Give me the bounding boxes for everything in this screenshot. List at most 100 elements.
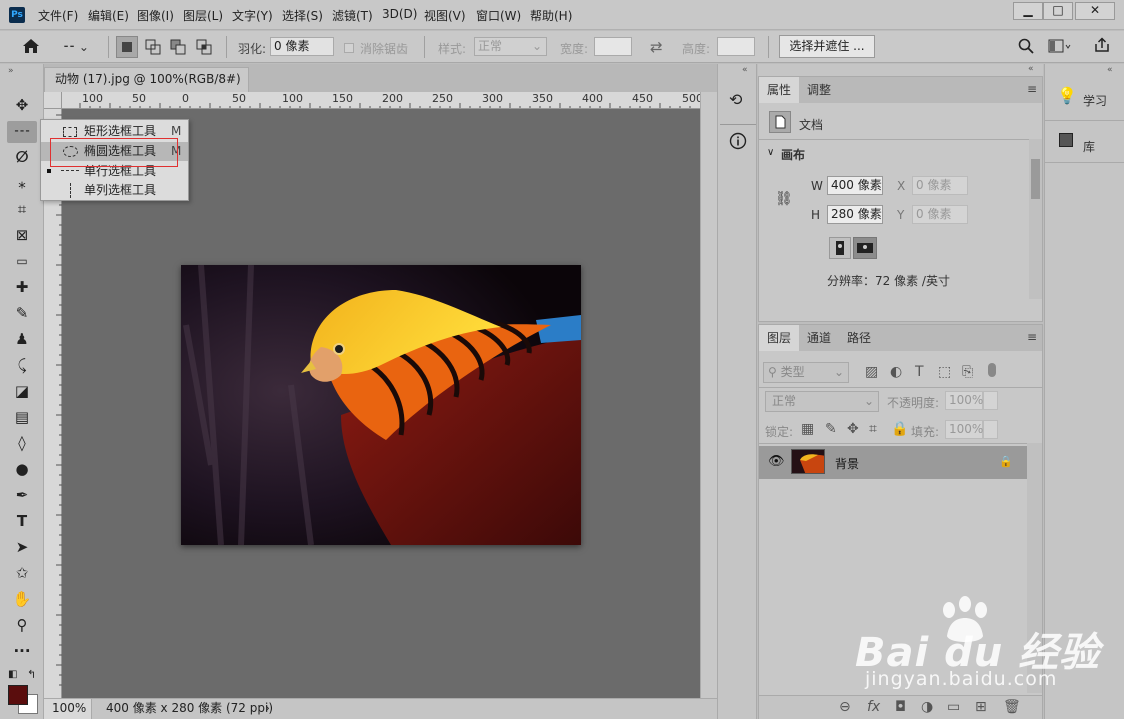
menu-help[interactable]: 帮助(H) xyxy=(530,7,572,24)
select-and-mask-button[interactable]: 选择并遮住 ... xyxy=(779,35,875,58)
menu-layer[interactable]: 图层(L) xyxy=(183,7,223,24)
zoom-tool-icon[interactable]: ⚲ xyxy=(10,614,34,636)
document-tab[interactable]: 动物 (17).jpg @ 100%(RGB/8#) * × xyxy=(44,67,249,109)
history-panel-icon[interactable]: ⟲ xyxy=(729,90,742,109)
marquee-tool-icon[interactable]: ⁃⁃⁃ xyxy=(7,121,37,143)
magic-wand-tool-icon[interactable]: ⁎ xyxy=(10,172,34,194)
ruler-tool-icon[interactable]: ▭ xyxy=(10,250,34,272)
learn-panel-button[interactable]: 💡 学习 xyxy=(1045,78,1124,112)
filter-toggle-icon[interactable] xyxy=(988,363,996,377)
smart-object-filter-icon[interactable]: ⎘ xyxy=(962,364,973,380)
blur-tool-icon[interactable]: ◊ xyxy=(10,432,34,454)
fx-icon[interactable]: fx xyxy=(867,699,880,715)
menu-select[interactable]: 选择(S) xyxy=(282,7,323,24)
type-filter-icon[interactable]: T xyxy=(915,364,924,380)
pixel-filter-icon[interactable]: ▨ xyxy=(865,364,878,380)
frame-tool-icon[interactable]: ⊠ xyxy=(10,224,34,246)
pen-tool-icon[interactable]: ✒ xyxy=(10,484,34,506)
collapse-icon[interactable]: » xyxy=(8,66,14,76)
fill-input[interactable]: 100% xyxy=(945,420,983,439)
crop-tool-icon[interactable]: ⌗ xyxy=(10,198,34,220)
status-menu-arrow[interactable]: › xyxy=(265,699,270,718)
menu-window[interactable]: 窗口(W) xyxy=(476,7,521,24)
layer-filter-select[interactable]: ⚲ 类型 ⌄ xyxy=(763,362,849,383)
lasso-tool-icon[interactable]: ⵁ xyxy=(10,146,34,168)
search-icon[interactable] xyxy=(1018,38,1034,57)
library-panel-button[interactable]: 库 xyxy=(1045,124,1124,158)
move-tool-icon[interactable]: ✥ xyxy=(10,94,34,116)
lock-all-icon[interactable]: 🔒 xyxy=(891,421,908,437)
delete-layer-icon[interactable]: 🗑 xyxy=(1003,699,1021,715)
canvas-width-input[interactable]: 400 像素 xyxy=(827,176,883,195)
minimize-button[interactable]: ▁ xyxy=(1013,2,1043,20)
tab-layers[interactable]: 图层 xyxy=(759,325,800,351)
mask-icon[interactable]: ◘ xyxy=(895,699,906,715)
adjustment-layer-icon[interactable]: ◑ xyxy=(921,699,933,715)
menu-3d[interactable]: 3D(D) xyxy=(382,7,417,21)
dodge-tool-icon[interactable]: ● xyxy=(10,458,34,480)
new-group-icon[interactable]: ▭ xyxy=(947,699,960,715)
menu-file[interactable]: 文件(F) xyxy=(38,7,78,24)
chevron-down-icon[interactable] xyxy=(983,391,998,410)
intersect-selection-button[interactable] xyxy=(193,36,215,58)
single-column-marquee-item[interactable]: 单列选框工具 xyxy=(41,181,188,200)
blend-mode-select[interactable]: 正常 ⌄ xyxy=(765,391,879,412)
canvas-x-input[interactable]: 0 像素 xyxy=(912,176,968,195)
feather-input[interactable]: 0 像素 xyxy=(270,37,334,56)
adjustment-filter-icon[interactable]: ◐ xyxy=(890,364,902,380)
subtract-selection-button[interactable] xyxy=(167,36,189,58)
zoom-level[interactable]: 100% xyxy=(44,699,92,719)
scrollbar-thumb[interactable] xyxy=(1031,159,1040,199)
lock-transparency-icon[interactable]: ▦ xyxy=(801,421,814,437)
menu-view[interactable]: 视图(V) xyxy=(424,7,466,24)
collapse-dock-icon[interactable]: « xyxy=(742,65,748,75)
shape-filter-icon[interactable]: ⬚ xyxy=(938,364,951,380)
menu-filter[interactable]: 滤镜(T) xyxy=(332,7,373,24)
height-input[interactable] xyxy=(717,37,755,56)
collapse-dock-icon[interactable]: « xyxy=(1107,65,1113,75)
gradient-tool-icon[interactable]: ▤ xyxy=(10,406,34,428)
link-icon[interactable]: ⛓ xyxy=(775,191,793,207)
style-select[interactable]: 正常 ⌄ xyxy=(474,37,547,56)
marquee-preset-icon[interactable]: ⁃⁃ ⌄ xyxy=(63,40,89,54)
expand-dock-icon[interactable]: « xyxy=(1028,64,1034,74)
workspace-icon[interactable] xyxy=(1048,39,1072,56)
share-icon[interactable] xyxy=(1094,37,1110,56)
lock-pixels-icon[interactable]: ✎ xyxy=(825,421,837,437)
shape-tool-icon[interactable]: ✩ xyxy=(10,562,34,584)
panel-menu-icon[interactable]: ≡ xyxy=(1027,82,1037,96)
chevron-down-icon[interactable] xyxy=(983,420,998,439)
type-tool-icon[interactable]: T xyxy=(10,510,34,532)
antialias-checkbox[interactable] xyxy=(344,43,354,53)
eraser-tool-icon[interactable]: ◪ xyxy=(10,380,34,402)
visibility-eye-icon[interactable]: 👁 xyxy=(768,454,785,469)
new-layer-icon[interactable]: ⊞ xyxy=(975,699,987,715)
lock-position-icon[interactable]: ✥ xyxy=(847,421,859,437)
swap-colors-icon[interactable]: ↰ xyxy=(27,668,36,681)
swap-icon[interactable]: ⇄ xyxy=(650,38,663,56)
info-panel-icon[interactable] xyxy=(729,132,747,153)
default-colors-icon[interactable]: ◧ xyxy=(8,669,17,680)
opacity-input[interactable]: 100% xyxy=(945,391,983,410)
more-tools-icon[interactable]: ··· xyxy=(10,640,34,662)
home-icon[interactable] xyxy=(22,38,40,57)
tab-adjustments[interactable]: 调整 xyxy=(799,77,839,103)
add-selection-button[interactable] xyxy=(142,36,164,58)
tab-channels[interactable]: 通道 xyxy=(799,325,839,351)
brush-tool-icon[interactable]: ✎ xyxy=(10,302,34,324)
canvas-y-input[interactable]: 0 像素 xyxy=(912,205,968,224)
vertical-scrollbar[interactable] xyxy=(700,92,717,698)
portrait-orientation-button[interactable] xyxy=(829,237,851,259)
tab-paths[interactable]: 路径 xyxy=(839,325,879,351)
link-layers-icon[interactable]: ⊖ xyxy=(839,699,851,715)
landscape-orientation-button[interactable] xyxy=(853,237,877,259)
close-button[interactable]: ✕ xyxy=(1075,2,1115,20)
properties-scrollbar[interactable] xyxy=(1029,139,1042,299)
tab-properties[interactable]: 属性 xyxy=(759,77,800,103)
menu-image[interactable]: 图像(I) xyxy=(137,7,174,24)
healing-brush-tool-icon[interactable]: ✚ xyxy=(10,276,34,298)
foreground-color-swatch[interactable] xyxy=(8,685,28,705)
panel-menu-icon[interactable]: ≡ xyxy=(1027,330,1037,344)
lock-artboard-icon[interactable]: ⌗ xyxy=(869,421,877,437)
path-selection-tool-icon[interactable]: ➤ xyxy=(10,536,34,558)
